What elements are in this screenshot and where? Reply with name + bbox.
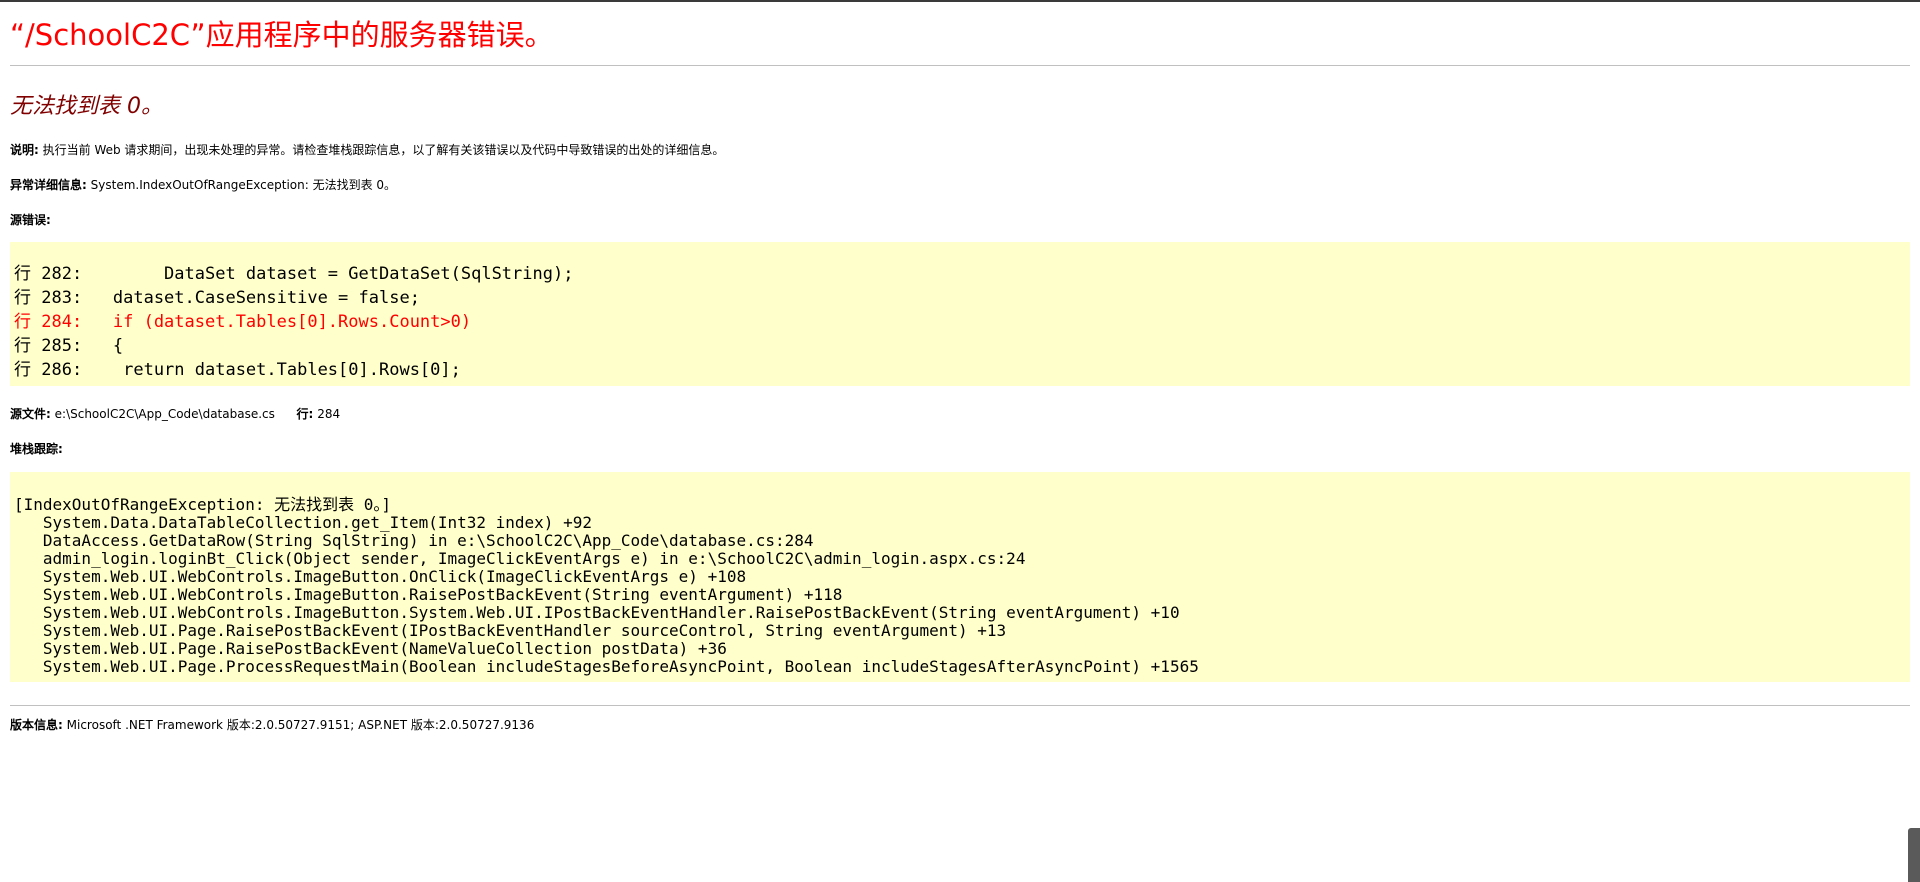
source-code-line: 行 286: return dataset.Tables[0].Rows[0]; <box>14 360 461 380</box>
source-error-heading: 源错误: <box>10 211 51 228</box>
source-code-block: 行 282: DataSet dataset = GetDataSet(SqlS… <box>10 242 1910 386</box>
stack-trace-line: System.Data.DataTableCollection.get_Item… <box>14 513 592 532</box>
source-file-line: 源文件: e:\SchoolC2C\App_Code\database.cs 行… <box>10 405 340 422</box>
stack-trace-line: DataAccess.GetDataRow(String SqlString) … <box>14 531 814 550</box>
description-text: 执行当前 Web 请求期间，出现未处理的异常。请检查堆栈跟踪信息，以了解有关该错… <box>42 143 725 157</box>
stack-trace-line: System.Web.UI.WebControls.ImageButton.Ra… <box>14 585 843 604</box>
source-file-label: 源文件: <box>10 407 51 421</box>
exception-details-label: 异常详细信息: <box>10 178 87 192</box>
exception-details-text: System.IndexOutOfRangeException: 无法找到表 0… <box>90 178 397 192</box>
source-line-number: 284 <box>317 407 341 421</box>
stack-trace-label: 堆栈跟踪: <box>10 442 63 456</box>
error-message: 无法找到表 0。 <box>10 94 163 119</box>
source-line-label: 行: <box>296 407 314 421</box>
source-code-line: 行 282: DataSet dataset = GetDataSet(SqlS… <box>14 264 574 284</box>
stack-trace-heading: 堆栈跟踪: <box>10 440 63 457</box>
stack-trace-line: System.Web.UI.WebControls.ImageButton.On… <box>14 567 747 586</box>
footer-divider <box>10 705 1910 706</box>
browser-top-edge <box>0 0 1920 2</box>
stack-trace-line: System.Web.UI.Page.ProcessRequestMain(Bo… <box>14 657 1199 676</box>
source-file-path: e:\SchoolC2C\App_Code\database.cs <box>54 407 275 421</box>
description-label: 说明: <box>10 143 39 157</box>
title-divider <box>10 65 1910 66</box>
source-error-label: 源错误: <box>10 213 51 227</box>
stack-trace-block: [IndexOutOfRangeException: 无法找到表 0。] Sys… <box>10 472 1910 682</box>
stack-trace-line: [IndexOutOfRangeException: 无法找到表 0。] <box>14 495 391 514</box>
source-code-line-highlighted: 行 284: if (dataset.Tables[0].Rows.Count>… <box>14 312 472 332</box>
stack-trace-line: System.Web.UI.Page.RaisePostBackEvent(Na… <box>14 639 727 658</box>
page-title: “/SchoolC2C”应用程序中的服务器错误。 <box>10 18 554 52</box>
exception-details-line: 异常详细信息: System.IndexOutOfRangeException:… <box>10 176 396 193</box>
description-line: 说明: 执行当前 Web 请求期间，出现未处理的异常。请检查堆栈跟踪信息，以了解… <box>10 141 724 158</box>
scrollbar-grip[interactable] <box>1908 828 1920 882</box>
stack-trace-line: System.Web.UI.WebControls.ImageButton.Sy… <box>14 603 1180 622</box>
stack-trace-line: System.Web.UI.Page.RaisePostBackEvent(IP… <box>14 621 1007 640</box>
stack-trace-line: admin_login.loginBt_Click(Object sender,… <box>14 549 1026 568</box>
version-info-label: 版本信息: <box>10 718 63 732</box>
version-info-line: 版本信息: Microsoft .NET Framework 版本:2.0.50… <box>10 716 534 733</box>
source-code-line: 行 283: dataset.CaseSensitive = false; <box>14 288 420 308</box>
source-code-line: 行 285: { <box>14 336 124 356</box>
version-info-text: Microsoft .NET Framework 版本:2.0.50727.91… <box>66 718 535 732</box>
